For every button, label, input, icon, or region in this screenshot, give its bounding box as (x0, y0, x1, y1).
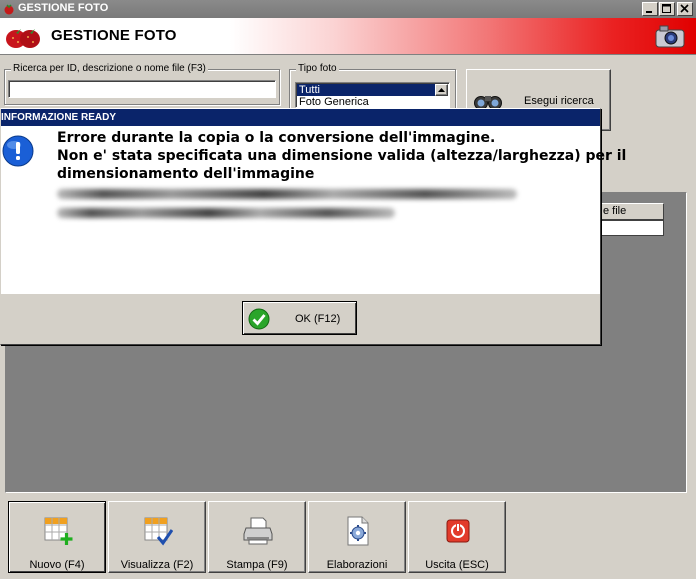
close-icon (680, 4, 689, 13)
maximize-icon (662, 4, 671, 13)
tipo-foto-group: Tipo foto Tutti Foto Generica (289, 63, 456, 109)
dialog-titlebar: INFORMAZIONE READY (1, 109, 600, 126)
search-input[interactable] (8, 80, 276, 98)
search-group: Ricerca per ID, descrizione o nome file … (4, 63, 280, 105)
message-line: Errore durante la copia o la conversione… (57, 130, 496, 146)
redacted-path-line (57, 189, 517, 199)
search-button-label: Esegui ricerca (524, 95, 594, 107)
info-icon (2, 135, 34, 167)
page-title: GESTIONE FOTO (51, 27, 177, 44)
view-grid-icon (144, 517, 173, 546)
uscita-button[interactable]: Uscita (ESC) (408, 501, 506, 573)
dialog-message: Errore durante la copia o la conversione… (57, 129, 626, 183)
window-title: GESTIONE FOTO (18, 2, 109, 14)
tipo-foto-list[interactable]: Tutti Foto Generica (295, 82, 450, 108)
ok-label: OK (F12) (295, 313, 341, 325)
stampa-button[interactable]: Stampa (F9) (208, 501, 306, 573)
printer-icon (243, 517, 273, 545)
grid-cell[interactable] (600, 220, 664, 236)
app-icon (4, 4, 14, 15)
visualizza-button[interactable]: Visualizza (F2) (108, 501, 206, 573)
message-line: dimensionamento dell'immagine (57, 166, 315, 182)
nuovo-label: Nuovo (F4) (29, 559, 85, 571)
bottom-toolbar: Nuovo (F4) Visualizza (F2) Stampa (F9) E… (5, 498, 687, 574)
close-button[interactable] (677, 2, 693, 16)
tipo-foto-label: Tipo foto (296, 63, 339, 74)
nuovo-button[interactable]: Nuovo (F4) (8, 501, 106, 573)
maximize-button[interactable] (659, 2, 675, 16)
document-gear-icon (347, 516, 369, 546)
dialog-body: Errore durante la copia o la conversione… (1, 126, 626, 294)
list-item[interactable]: Tutti (297, 84, 435, 96)
visualizza-label: Visualizza (F2) (120, 559, 194, 571)
elaborazioni-button[interactable]: Elaborazioni (308, 501, 406, 573)
list-item[interactable]: Foto Generica (297, 96, 435, 108)
check-icon (248, 308, 270, 330)
stampa-label: Stampa (F9) (226, 559, 288, 571)
header-banner: GESTIONE FOTO (0, 18, 696, 55)
message-line: Non e' stata specificata una dimensione … (57, 148, 627, 164)
search-label: Ricerca per ID, descrizione o nome file … (11, 63, 208, 74)
scroll-up-button[interactable] (435, 84, 448, 96)
uscita-label: Uscita (ESC) (425, 559, 489, 571)
redacted-path-line (57, 208, 395, 218)
strawberry-icon (6, 29, 40, 48)
elaborazioni-label: Elaborazioni (326, 559, 388, 571)
minimize-icon (646, 11, 652, 13)
info-dialog: INFORMAZIONE READY Errore durante la cop… (0, 108, 626, 345)
dialog-title: INFORMAZIONE READY (1, 112, 116, 123)
window-titlebar: GESTIONE FOTO (0, 0, 696, 18)
arrow-up-icon (438, 88, 445, 92)
camera-icon (655, 25, 685, 48)
grid-column-header[interactable]: e file (600, 203, 664, 220)
ok-button[interactable]: OK (F12) (242, 301, 357, 335)
add-grid-icon (44, 517, 73, 545)
minimize-button[interactable] (642, 2, 658, 16)
power-icon (446, 519, 470, 543)
